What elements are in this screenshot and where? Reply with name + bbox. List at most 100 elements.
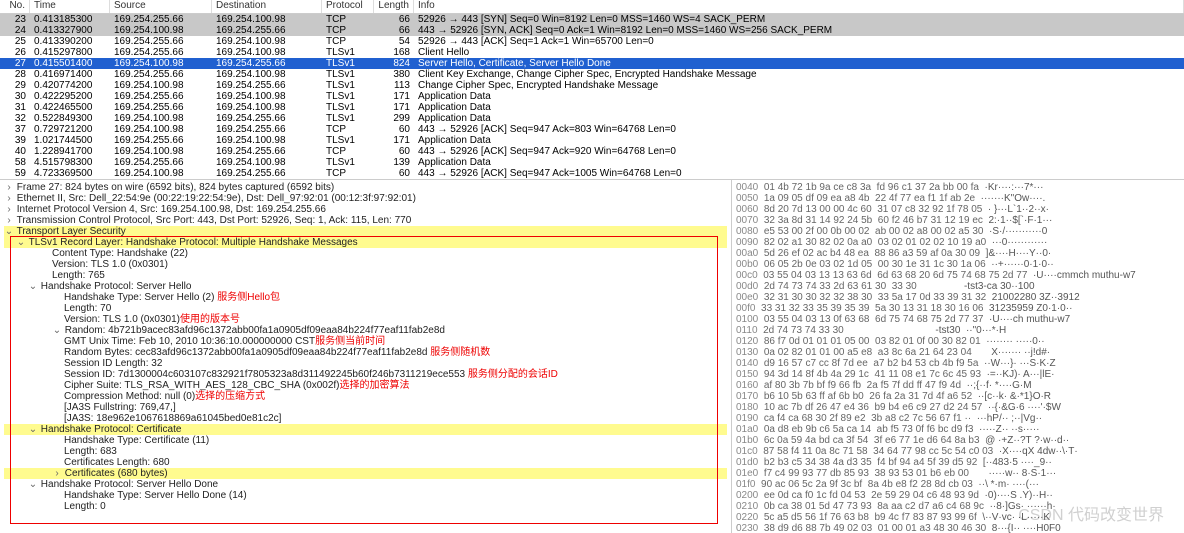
packet-row[interactable]: 584.515798300169.254.255.66169.254.100.9… (0, 157, 1184, 168)
hex-row[interactable]: 0160 af 80 3b 7b bf f9 66 fb 2a f5 7f dd… (736, 380, 1180, 391)
hex-row[interactable]: 00a0 5d 26 ef 02 ac b4 48 ea 88 86 a3 59… (736, 248, 1180, 259)
hex-row[interactable]: 0150 94 3d 14 8f 4b 4a 29 1c 41 11 08 e1… (736, 369, 1180, 380)
col-proto[interactable]: Protocol (322, 0, 374, 13)
tree-node[interactable]: Cipher Suite: TLS_RSA_WITH_AES_128_CBC_S… (4, 380, 727, 391)
tree-node[interactable]: Random Bytes: cec83afd96c1372abb00fa1a09… (4, 347, 727, 358)
tree-node[interactable]: Length: 765 (4, 270, 727, 281)
packet-row[interactable]: 260.415297800169.254.255.66169.254.100.9… (0, 47, 1184, 58)
hex-row[interactable]: 0040 01 4b 72 1b 9a ce c8 3a fd 96 c1 37… (736, 182, 1180, 193)
expand-icon[interactable]: › (4, 193, 14, 204)
packet-row[interactable]: 290.420774200169.254.100.98169.254.255.6… (0, 80, 1184, 91)
hex-row[interactable]: 01c0 87 58 f4 11 0a 8c 71 58 34 64 77 98… (736, 446, 1180, 457)
annotation-text: 服务侧当前时间 (315, 336, 385, 347)
packet-row[interactable]: 310.422465500169.254.255.66169.254.100.9… (0, 102, 1184, 113)
hex-row[interactable]: 0170 b6 10 5b 63 ff af 6b b0 26 fa 2a 31… (736, 391, 1180, 402)
hex-row[interactable]: 0110 2d 74 73 74 33 30 -tst30 ··"0···*·H (736, 325, 1180, 336)
col-no[interactable]: No. (0, 0, 30, 13)
packet-row[interactable]: 320.522849300169.254.100.98169.254.255.6… (0, 113, 1184, 124)
hex-row[interactable]: 0140 d9 16 57 c7 cc 8f 7d ee a7 b2 b4 53… (736, 358, 1180, 369)
tree-node[interactable]: › Transmission Control Protocol, Src Por… (4, 215, 727, 226)
hex-row[interactable]: 0220 5c a5 d5 56 1f 76 63 b8 b9 4c f7 83… (736, 512, 1180, 523)
hex-row[interactable]: 0060 8d 20 7d 13 00 00 4c 60 31 07 c8 32… (736, 204, 1180, 215)
hex-row[interactable]: 0130 0a 02 82 01 01 00 a5 e8 a3 8c 6a 21… (736, 347, 1180, 358)
expand-icon[interactable]: ⌄ (28, 424, 38, 435)
col-source[interactable]: Source (110, 0, 212, 13)
packet-row[interactable]: 280.416971400169.254.255.66169.254.100.9… (0, 69, 1184, 80)
hex-row[interactable]: 00b0 06 05 2b 0e 03 02 1d 05 00 30 1e 31… (736, 259, 1180, 270)
hex-row[interactable]: 0120 86 f7 0d 01 01 01 05 00 03 82 01 0f… (736, 336, 1180, 347)
tree-node[interactable]: ⌄ Random: 4b721b9acec83afd96c1372abb00fa… (4, 325, 727, 336)
expand-icon[interactable]: ⌄ (28, 479, 38, 490)
hex-row[interactable]: 00d0 2d 74 73 74 33 2d 63 61 30 33 30 -t… (736, 281, 1180, 292)
hex-row[interactable]: 0200 ee 0d ca f0 1c fd 04 53 2e 59 29 04… (736, 490, 1180, 501)
hex-row[interactable]: 0180 10 ac 7b df 26 47 e4 36 b9 b4 e6 c9… (736, 402, 1180, 413)
hex-row[interactable]: 0090 82 02 a1 30 82 02 0a a0 03 02 01 02… (736, 237, 1180, 248)
packet-bytes-pane[interactable]: 0040 01 4b 72 1b 9a ce c8 3a fd 96 c1 37… (732, 180, 1184, 533)
col-time[interactable]: Time (30, 0, 110, 13)
packet-row[interactable]: 391.021744500169.254.255.66169.254.100.9… (0, 135, 1184, 146)
expand-icon[interactable]: › (52, 468, 62, 479)
tree-node[interactable]: Length: 70 (4, 303, 727, 314)
packet-row[interactable]: 250.413390200169.254.255.66169.254.100.9… (0, 36, 1184, 47)
hex-row[interactable]: 0230 38 d9 d6 88 7b 49 02 03 01 00 01 a3… (736, 523, 1180, 533)
hex-row[interactable]: 00e0 32 31 30 30 32 32 38 30 33 5a 17 0d… (736, 292, 1180, 303)
tree-node[interactable]: Handshake Type: Server Hello (2) 服务侧Hell… (4, 292, 727, 303)
hex-row[interactable]: 01a0 0a d8 eb 9b c6 5a ca 14 ab f5 73 0f… (736, 424, 1180, 435)
tree-node[interactable]: Length: 0 (4, 501, 727, 512)
hex-row[interactable]: 0100 03 55 04 03 13 0f 63 68 6d 75 74 68… (736, 314, 1180, 325)
tree-node[interactable]: › Frame 27: 824 bytes on wire (6592 bits… (4, 182, 727, 193)
packet-row[interactable]: 370.729721200169.254.100.98169.254.255.6… (0, 124, 1184, 135)
col-dest[interactable]: Destination (212, 0, 322, 13)
tree-node[interactable]: Handshake Type: Server Hello Done (14) (4, 490, 727, 501)
tree-node[interactable]: GMT Unix Time: Feb 10, 2010 10:36:10.000… (4, 336, 727, 347)
expand-icon[interactable]: ⌄ (28, 281, 38, 292)
hex-row[interactable]: 01d0 b2 b3 c5 34 38 4a d3 35 f4 bf 94 a4… (736, 457, 1180, 468)
annotation-text: 使用的版本号 (180, 314, 240, 325)
tree-node[interactable]: Compression Method: null (0)选择的压缩方式 (4, 391, 727, 402)
tree-node[interactable]: [JA3S Fullstring: 769,47,] (4, 402, 727, 413)
packet-row[interactable]: 401.228941700169.254.100.98169.254.255.6… (0, 146, 1184, 157)
tree-node[interactable]: Length: 683 (4, 446, 727, 457)
col-info[interactable]: Info (414, 0, 1184, 13)
tree-node[interactable]: › Ethernet II, Src: Dell_22:54:9e (00:22… (4, 193, 727, 204)
col-length[interactable]: Length (374, 0, 414, 13)
expand-icon[interactable]: › (4, 204, 14, 215)
packet-row[interactable]: 230.413185300169.254.255.66169.254.100.9… (0, 14, 1184, 25)
expand-icon[interactable]: › (4, 215, 14, 226)
hex-row[interactable]: 01b0 6c 0a 59 4a bd ca 3f 54 3f e6 77 1e… (736, 435, 1180, 446)
expand-icon[interactable]: ⌄ (52, 325, 62, 336)
expand-icon[interactable]: ⌄ (16, 237, 26, 248)
tree-node[interactable]: › Certificates (680 bytes) (4, 468, 727, 479)
packet-row[interactable]: 300.422295200169.254.255.66169.254.100.9… (0, 91, 1184, 102)
tree-node[interactable]: Session ID: 7d1300004c603107c832921f7805… (4, 369, 727, 380)
packet-row[interactable]: 270.415501400169.254.100.98169.254.255.6… (0, 58, 1184, 69)
hex-row[interactable]: 0210 0b ca 38 01 5d 47 73 93 8a aa c2 d7… (736, 501, 1180, 512)
packet-row[interactable]: 594.723369500169.254.100.98169.254.255.6… (0, 168, 1184, 179)
tree-node[interactable]: Version: TLS 1.0 (0x0301)使用的版本号 (4, 314, 727, 325)
tree-node[interactable]: ⌄ Transport Layer Security (4, 226, 727, 237)
expand-icon[interactable]: › (4, 182, 14, 193)
hex-row[interactable]: 01f0 90 ac 06 5c 2a 9f 3c bf 8a 4b e8 f2… (736, 479, 1180, 490)
tree-node[interactable]: ⌄ Handshake Protocol: Certificate (4, 424, 727, 435)
hex-row[interactable]: 0080 e5 53 00 2f 00 0b 00 02 ab 00 02 a8… (736, 226, 1180, 237)
hex-row[interactable]: 0190 ca f4 ca 68 30 2f 89 e2 3b a8 c2 7c… (736, 413, 1180, 424)
expand-icon[interactable]: ⌄ (4, 226, 14, 237)
tree-node[interactable]: Version: TLS 1.0 (0x0301) (4, 259, 727, 270)
tree-node[interactable]: ⌄ TLSv1 Record Layer: Handshake Protocol… (4, 237, 727, 248)
hex-row[interactable]: 0050 1a 09 05 df 09 ea a8 4b 22 4f 77 ea… (736, 193, 1180, 204)
hex-row[interactable]: 01e0 f7 c4 99 93 77 db 85 93 38 93 53 01… (736, 468, 1180, 479)
tree-node[interactable]: Content Type: Handshake (22) (4, 248, 727, 259)
tree-node[interactable]: › Internet Protocol Version 4, Src: 169.… (4, 204, 727, 215)
hex-row[interactable]: 0070 32 3a 8d 31 14 92 24 5b 60 f2 46 b7… (736, 215, 1180, 226)
packet-row[interactable]: 240.413327900169.254.100.98169.254.255.6… (0, 25, 1184, 36)
tree-node[interactable]: ⌄ Handshake Protocol: Server Hello Done (4, 479, 727, 490)
tree-node[interactable]: ⌄ Handshake Protocol: Server Hello (4, 281, 727, 292)
tree-node[interactable]: Certificates Length: 680 (4, 457, 727, 468)
packet-list-pane[interactable]: No. Time Source Destination Protocol Len… (0, 0, 1184, 180)
tree-node[interactable]: [JA3S: 18e962e1067618869a61045bed0e81c2c… (4, 413, 727, 424)
tree-node[interactable]: Handshake Type: Certificate (11) (4, 435, 727, 446)
hex-row[interactable]: 00f0 33 31 32 33 35 39 35 39 5a 30 13 31… (736, 303, 1180, 314)
tree-node[interactable]: Session ID Length: 32 (4, 358, 727, 369)
packet-details-pane[interactable]: › Frame 27: 824 bytes on wire (6592 bits… (0, 180, 732, 533)
hex-row[interactable]: 00c0 03 55 04 03 13 13 63 6d 6d 63 68 20… (736, 270, 1180, 281)
